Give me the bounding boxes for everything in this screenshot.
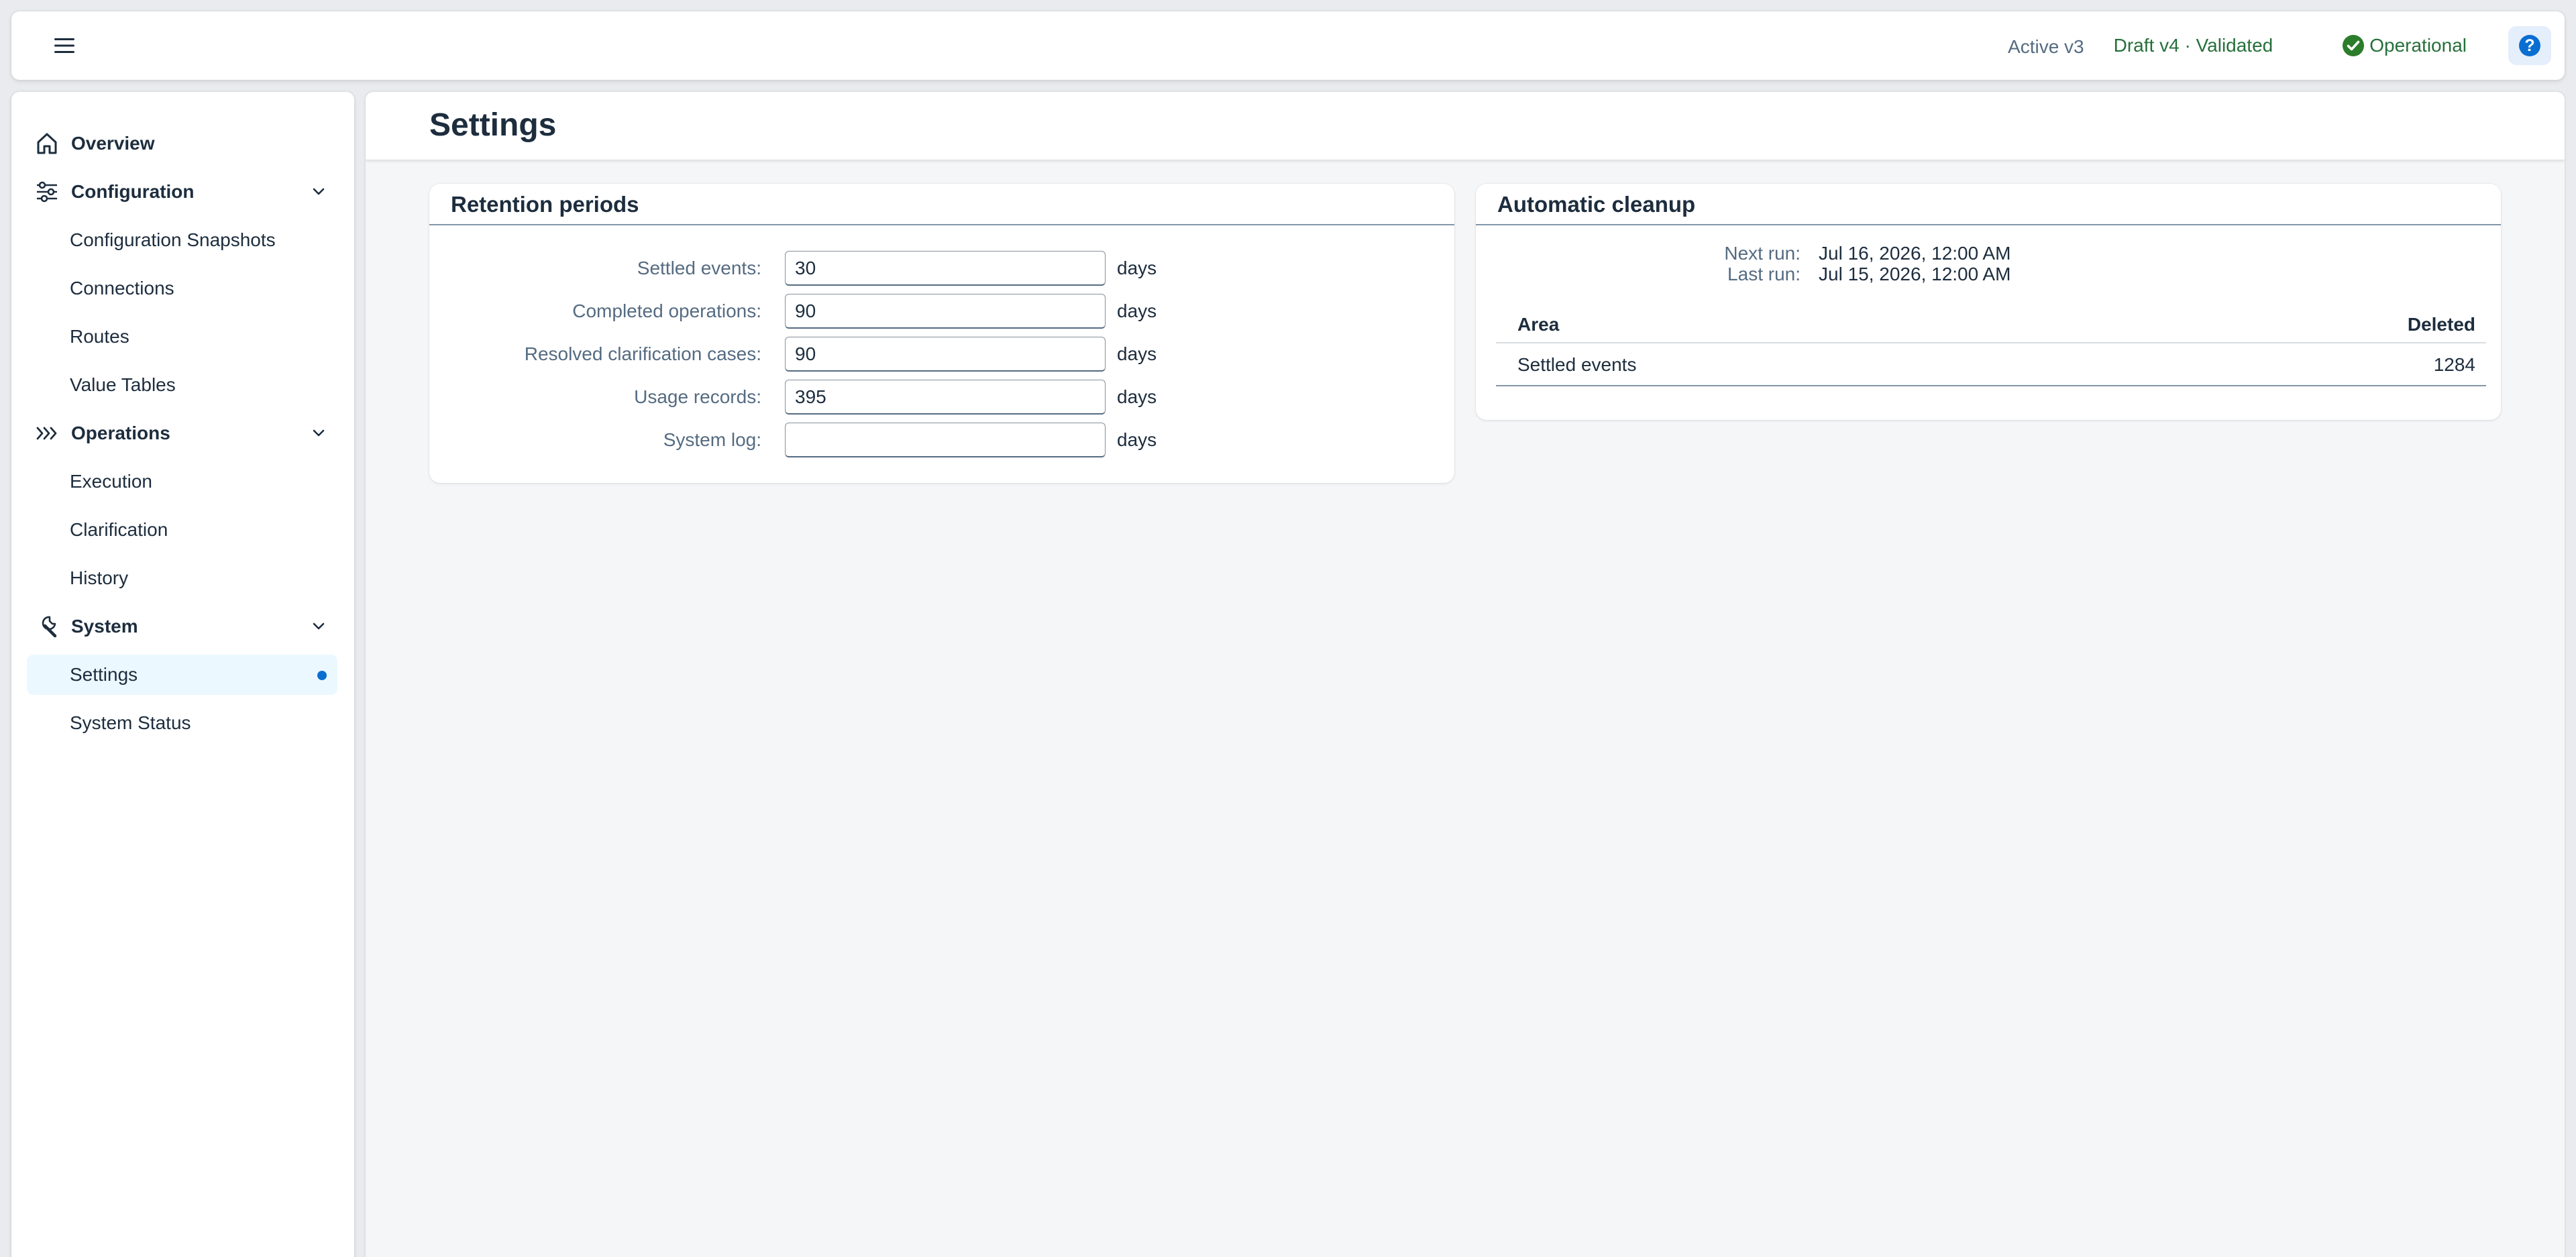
chevron-down-icon[interactable]: [309, 617, 328, 636]
sliders-icon: [32, 177, 62, 207]
field-label: Resolved clarification cases:: [524, 343, 761, 364]
chevron-down-icon[interactable]: [309, 424, 328, 443]
draft-status-label: Draft v4 · Validated: [2113, 35, 2273, 56]
sidebar-item-label: History: [70, 567, 129, 588]
system-log-input[interactable]: [785, 423, 1106, 457]
column-header-area: Area: [1517, 314, 1560, 335]
system-status-label: Operational: [2369, 35, 2467, 56]
resolved-clarification-cases-input[interactable]: [785, 337, 1106, 372]
sidebar-item-label: Overview: [71, 133, 155, 154]
shell-bar: Active v3 Draft v4 · Validated Operation…: [11, 11, 2565, 80]
sidebar-item-label: Execution: [70, 471, 152, 492]
double-chevron-right-icon: [32, 419, 62, 448]
unit-label: days: [1117, 429, 1157, 450]
page-header: Settings: [366, 92, 2565, 160]
usage-records-input[interactable]: [785, 380, 1106, 415]
sidebar-item-system-status[interactable]: System Status: [27, 703, 337, 743]
sidebar-item-routes[interactable]: Routes: [27, 317, 337, 357]
retention-row-completed-operations: Completed operations: days: [429, 294, 1454, 329]
main-content: Settings Retention periods Settled event…: [366, 92, 2565, 1257]
table-row: Settled events 1284: [1496, 343, 2486, 386]
retention-row-usage-records: Usage records: days: [429, 380, 1454, 415]
last-run-value: Jul 15, 2026, 12:00 AM: [1819, 264, 2011, 284]
sidebar-item-execution[interactable]: Execution: [27, 461, 337, 502]
unit-label: days: [1117, 300, 1157, 321]
sidebar-item-label: Clarification: [70, 519, 168, 540]
column-header-deleted: Deleted: [2407, 314, 2475, 335]
sidebar-item-label: Configuration: [71, 181, 195, 202]
sidebar-item-label: Routes: [70, 326, 129, 347]
unit-label: days: [1117, 258, 1157, 278]
field-label: Usage records:: [634, 386, 761, 407]
retention-periods-card: Retention periods Settled events: days C…: [429, 184, 1454, 483]
settled-events-input[interactable]: [785, 251, 1106, 286]
sidebar-item-overview[interactable]: Overview: [27, 123, 337, 164]
sidebar-item-clarification[interactable]: Clarification: [27, 510, 337, 550]
retention-row-system-log: System log: days: [429, 423, 1454, 457]
sidebar-item-label: Value Tables: [70, 374, 176, 395]
retention-row-resolved-clarification-cases: Resolved clarification cases: days: [429, 337, 1454, 372]
sidebar-item-label: System: [71, 616, 138, 637]
active-version-label: Active v3: [2008, 36, 2084, 57]
system-status-badge: Operational: [2343, 35, 2467, 56]
cell-deleted: 1284: [2433, 354, 2475, 375]
table-header: Area Deleted: [1496, 303, 2486, 343]
selected-indicator-dot: [317, 671, 327, 680]
next-run-value: Jul 16, 2026, 12:00 AM: [1819, 243, 2011, 264]
sidebar-item-configuration-snapshots[interactable]: Configuration Snapshots: [27, 220, 337, 260]
automatic-cleanup-card: Automatic cleanup Next run: Jul 16, 2026…: [1476, 184, 2501, 420]
field-label: Settled events:: [637, 258, 761, 278]
unit-label: days: [1117, 343, 1157, 364]
sidebar-item-connections[interactable]: Connections: [27, 268, 337, 309]
hamburger-menu-icon[interactable]: [45, 32, 84, 60]
completed-operations-input[interactable]: [785, 294, 1106, 329]
sidebar-item-operations[interactable]: Operations: [27, 413, 337, 453]
sidebar-item-configuration[interactable]: Configuration: [27, 172, 337, 212]
sidebar: Overview Configuration Configuration Sna…: [11, 92, 354, 1257]
sidebar-item-label: Settings: [70, 664, 138, 685]
field-label: System log:: [663, 429, 761, 450]
last-run-label: Last run:: [1727, 264, 1801, 284]
unit-label: days: [1117, 386, 1157, 407]
sidebar-item-label: System Status: [70, 712, 191, 733]
sidebar-item-value-tables[interactable]: Value Tables: [27, 365, 337, 405]
retention-row-settled-events: Settled events: days: [429, 251, 1454, 286]
page-title: Settings: [429, 107, 557, 143]
sidebar-item-settings[interactable]: Settings: [27, 655, 337, 695]
wrench-icon: [32, 612, 62, 641]
card-title: Retention periods: [429, 184, 1454, 225]
home-icon: [32, 129, 62, 158]
field-label: Completed operations:: [572, 300, 761, 321]
help-button[interactable]: ?: [2508, 26, 2551, 65]
sidebar-item-history[interactable]: History: [27, 558, 337, 598]
sidebar-item-label: Configuration Snapshots: [70, 229, 276, 250]
sidebar-item-system[interactable]: System: [27, 606, 337, 647]
next-run-label: Next run:: [1724, 243, 1801, 264]
help-icon: ?: [2519, 35, 2540, 56]
check-circle-icon: [2343, 35, 2365, 56]
chevron-down-icon[interactable]: [309, 182, 328, 201]
cell-area: Settled events: [1517, 354, 1637, 375]
card-title: Automatic cleanup: [1476, 184, 2501, 225]
sidebar-item-label: Operations: [71, 423, 170, 443]
sidebar-item-label: Connections: [70, 278, 174, 298]
